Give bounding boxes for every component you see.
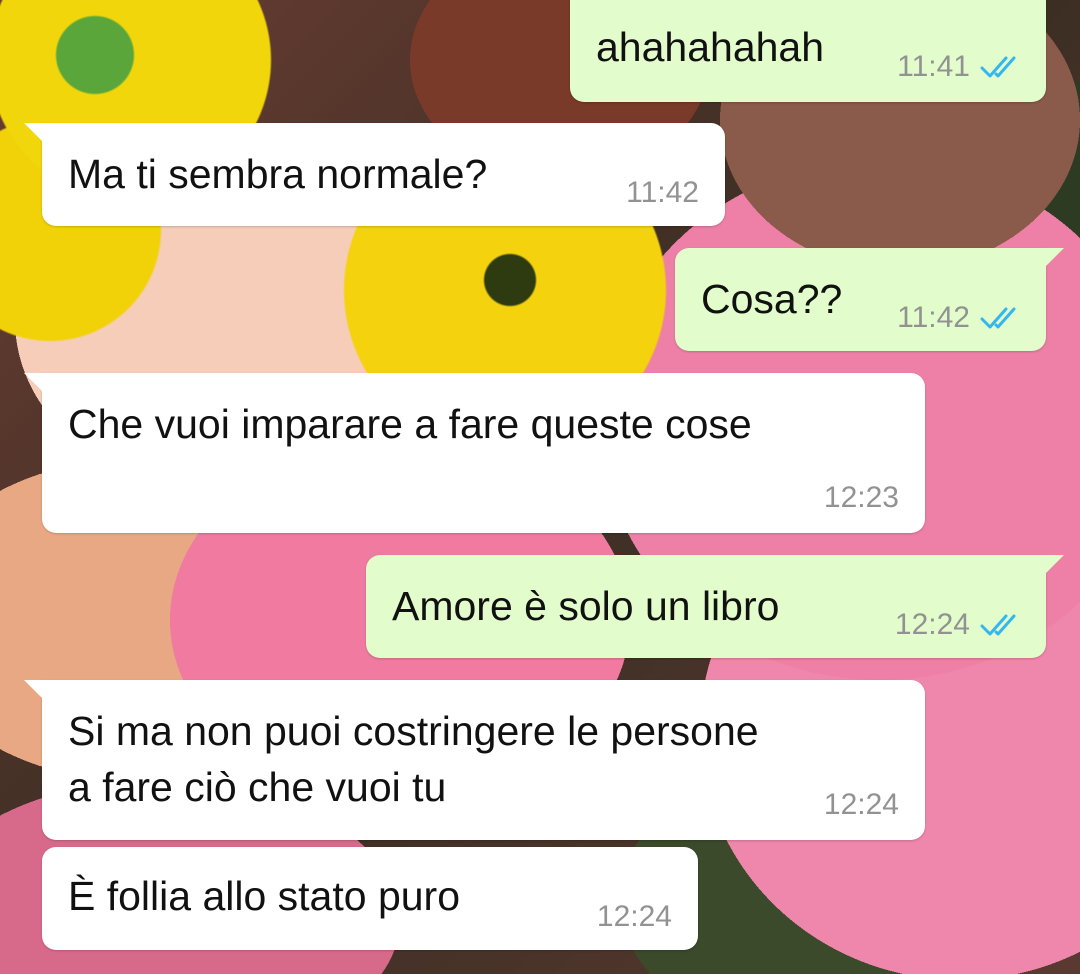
message-bubble-outgoing[interactable]: Cosa?? 11:42 (675, 248, 1064, 351)
message-text-line-2: a fare ciò che vuoi tu (68, 764, 447, 810)
bubble-tail (1042, 248, 1064, 270)
message-time: 11:41 (897, 50, 970, 83)
message-text: È follia allo stato puro (68, 873, 461, 919)
message-time: 12:24 (596, 900, 672, 933)
message-text: ahahahahah (596, 24, 825, 70)
message-text: Amore è solo un libro (392, 583, 780, 629)
bubble-tail (24, 123, 46, 145)
message-meta: 12:24 (895, 608, 1024, 642)
double-check-icon (980, 307, 1016, 329)
message-bubble-incoming[interactable]: Ma ti sembra normale? 11:42 (24, 123, 725, 226)
message-bubble-outgoing[interactable]: Amore è solo un libro 12:24 (366, 555, 1064, 658)
bubble-tail (24, 680, 46, 702)
message-meta: 12:23 (824, 481, 899, 515)
message-meta: 11:42 (897, 301, 1024, 335)
message-bubble-outgoing[interactable]: ahahahahah 11:41 (570, 0, 1046, 102)
bubble-tail (24, 373, 46, 395)
message-text: Ma ti sembra normale? (68, 151, 488, 197)
message-time: 11:42 (626, 176, 699, 209)
message-meta: 11:41 (897, 50, 1024, 84)
double-check-icon (980, 56, 1016, 78)
message-text: Che vuoi imparare a fare queste cose (68, 401, 752, 447)
message-time: 11:42 (897, 301, 970, 334)
message-time: 12:24 (823, 788, 899, 821)
double-check-icon (980, 614, 1016, 636)
message-meta: 12:24 (597, 900, 672, 934)
message-meta: 11:42 (626, 176, 699, 210)
message-time: 12:24 (894, 608, 970, 641)
bubble-tail (1042, 555, 1064, 577)
message-text-line-1: Si ma non puoi costringere le persone (68, 708, 759, 754)
message-time: 12:23 (823, 481, 899, 514)
message-meta: 12:24 (824, 788, 899, 822)
message-text: Cosa?? (701, 276, 843, 322)
message-bubble-incoming[interactable]: È follia allo stato puro 12:24 (42, 847, 698, 950)
message-bubble-incoming[interactable]: Che vuoi imparare a fare queste cose 12:… (24, 373, 925, 533)
message-bubble-incoming[interactable]: Si ma non puoi costringere le persone a … (24, 680, 925, 840)
